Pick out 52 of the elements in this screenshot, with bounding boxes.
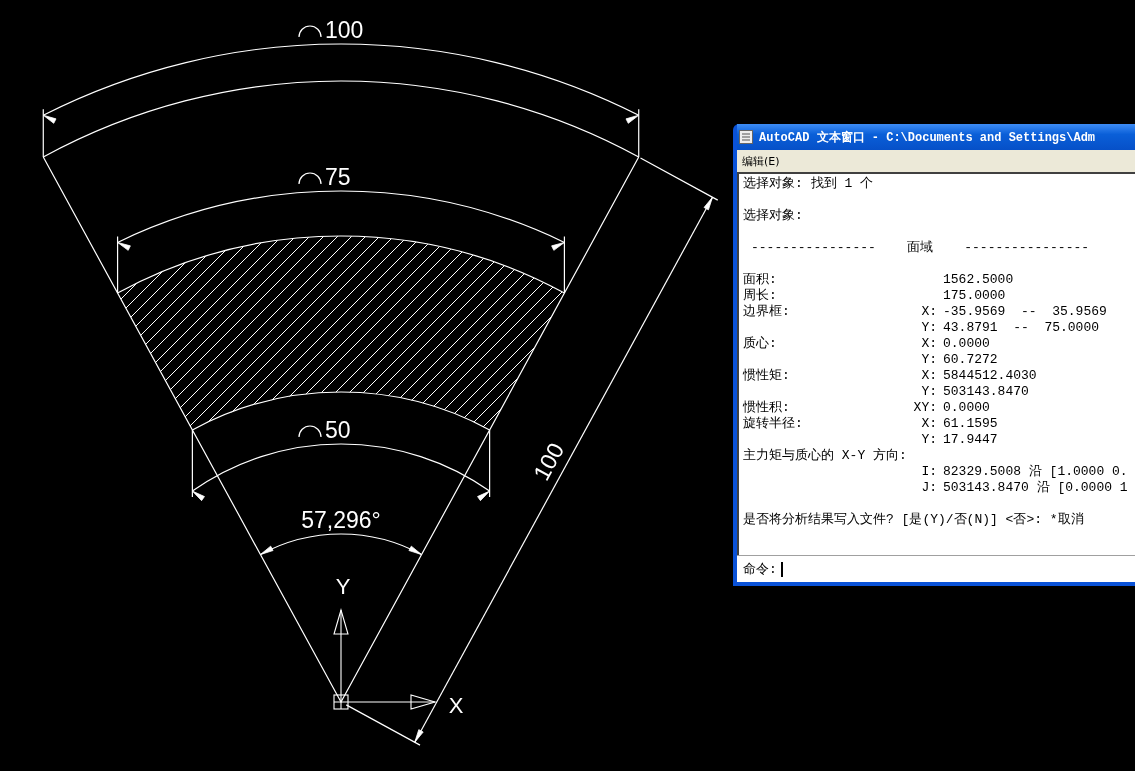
axis-label: X: (920, 304, 937, 320)
property-value: -35.9569 -- 35.9569 (943, 304, 1107, 320)
output-line: 是否将分析结果写入文件? [是(Y)/否(N)] <否>: *取消 (743, 512, 1084, 528)
dimension-text: 57,296° (301, 507, 381, 533)
dimension-text: 100 (325, 17, 364, 43)
axis-label: XY: (912, 400, 937, 416)
dimension-text: 50 (325, 417, 351, 443)
app-icon (739, 130, 753, 144)
axis-label: X (448, 693, 464, 718)
property-label: 边界框: (743, 304, 791, 320)
property-value: 61.1595 (943, 416, 998, 432)
axis-label: Y: (920, 432, 937, 448)
property-value: 175.0000 (943, 288, 1006, 304)
text-cursor (780, 561, 783, 577)
dimension-text: 75 (325, 164, 351, 190)
axis-label: X: (920, 416, 937, 432)
output-line: 主力矩与质心的 X-Y 方向: (743, 448, 907, 464)
ucs-icon (333, 608, 437, 710)
axis-label: J: (920, 480, 937, 496)
axis-label: Y: (920, 352, 937, 368)
output-line: 选择对象: (743, 208, 803, 224)
window-title: AutoCAD 文本窗口 - C:\Documents and Settings\Adm (759, 129, 1096, 146)
axis-label: I: (920, 464, 937, 480)
section-heading: ---------------- 面域 ---------------- (750, 240, 1090, 256)
property-label: 面积: (743, 272, 778, 288)
dimension-text: 100 (528, 438, 570, 485)
property-value: 5844512.4030 (943, 368, 1037, 384)
property-value: 1562.5000 (943, 272, 1014, 288)
property-value: 503143.8470 沿 [0.0000 1 (943, 480, 1128, 496)
property-label: 惯性积: (743, 400, 791, 416)
property-value: 82329.5008 沿 [1.0000 0. (943, 464, 1128, 480)
arc-symbol-icon (298, 172, 322, 185)
property-value: 0.0000 (943, 336, 990, 352)
axis-label: Y: (920, 320, 937, 336)
property-value: 60.7272 (943, 352, 998, 368)
property-label: 质心: (743, 336, 778, 352)
property-label: 惯性矩: (743, 368, 791, 384)
menu-item[interactable]: 编辑(E) (740, 153, 782, 169)
property-label: 旋转半径: (743, 416, 804, 432)
axis-label: Y: (920, 384, 937, 400)
output-line: 选择对象: 找到 1 个 (743, 176, 873, 192)
axis-label: Y (335, 574, 351, 599)
property-value: 17.9447 (943, 432, 998, 448)
arc-symbol-icon (298, 25, 322, 38)
axis-label: X: (920, 368, 937, 384)
axis-label: X: (920, 336, 937, 352)
property-value: 43.8791 -- 75.0000 (943, 320, 1100, 336)
command-prompt: 命令: (743, 561, 777, 578)
arc-symbol-icon (298, 425, 322, 438)
property-label: 周长: (743, 288, 778, 304)
property-value: 503143.8470 (943, 384, 1029, 400)
property-value: 0.0000 (943, 400, 990, 416)
